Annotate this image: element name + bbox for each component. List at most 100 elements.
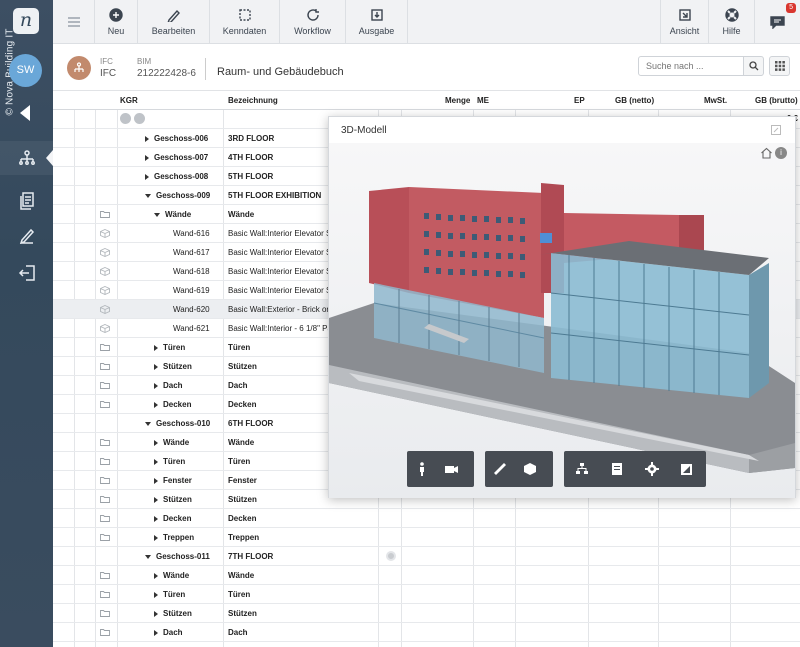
settings-icon[interactable]: [634, 451, 669, 487]
bezeichnung-cell: Basic Wall:Interior Elevator S: [228, 286, 332, 295]
app-logo[interactable]: n: [13, 8, 39, 34]
sidebar-item-edit[interactable]: [0, 218, 53, 252]
home-icon[interactable]: [760, 147, 773, 161]
bezeichnung-cell: 6TH FLOOR: [228, 419, 274, 428]
caret-right-icon[interactable]: [154, 363, 158, 370]
col-gb-brutto[interactable]: GB (brutto): [755, 96, 798, 105]
caret-right-icon[interactable]: [154, 477, 158, 484]
caret-down-icon[interactable]: [145, 421, 151, 426]
table-row[interactable]: Geschoss-011 7TH FLOOR: [53, 547, 800, 566]
bim-label: BIM: [137, 57, 152, 66]
output-button[interactable]: Ausgabe: [346, 0, 408, 44]
bezeichnung-cell: Türen: [228, 343, 251, 352]
camera-icon[interactable]: [437, 451, 467, 487]
sidebar-item-logout[interactable]: [0, 256, 53, 290]
caret-right-icon[interactable]: [154, 382, 158, 389]
3d-viewport[interactable]: i: [329, 143, 795, 498]
kgr-cell: Wände: [163, 438, 190, 447]
person-icon[interactable]: [407, 451, 437, 487]
workflow-button[interactable]: Workflow: [280, 0, 346, 44]
properties-icon[interactable]: [599, 451, 634, 487]
table-row[interactable]: Treppen Treppen: [53, 528, 800, 547]
edit-button[interactable]: Bearbeiten: [138, 0, 210, 44]
next-arrow-icon[interactable]: [134, 113, 145, 124]
folder-icon: [100, 590, 110, 600]
caret-down-icon[interactable]: [145, 554, 151, 559]
notifications-button[interactable]: 5: [755, 0, 800, 44]
caret-right-icon[interactable]: [154, 572, 158, 579]
dashed-square-icon: [238, 9, 251, 21]
col-ep[interactable]: EP: [574, 96, 585, 105]
header-divider: [205, 58, 206, 80]
caret-right-icon[interactable]: [145, 154, 149, 161]
bezeichnung-cell: Dach: [228, 628, 248, 637]
expand-icon[interactable]: [771, 125, 781, 137]
bezeichnung-cell: Decken: [228, 514, 257, 523]
sidebar-item-documents[interactable]: [0, 184, 53, 218]
table-row[interactable]: Dach Dach: [53, 623, 800, 642]
caret-right-icon[interactable]: [154, 515, 158, 522]
search-button[interactable]: [743, 56, 764, 76]
search-icon: [748, 61, 758, 71]
bezeichnung-cell: Türen: [228, 590, 251, 599]
caret-right-icon[interactable]: [154, 344, 158, 351]
fullscreen-icon[interactable]: [669, 451, 704, 487]
col-me[interactable]: ME: [477, 96, 489, 105]
caret-right-icon[interactable]: [154, 439, 158, 446]
download-icon: [370, 9, 383, 21]
table-row[interactable]: Stützen Stützen: [53, 604, 800, 623]
caret-right-icon[interactable]: [145, 173, 149, 180]
col-menge[interactable]: Menge: [445, 96, 470, 105]
caret-right-icon[interactable]: [154, 401, 158, 408]
kgr-cell: Fenster: [163, 476, 192, 485]
ruler-icon[interactable]: [485, 451, 515, 487]
caret-right-icon[interactable]: [154, 610, 158, 617]
caret-right-icon[interactable]: [154, 496, 158, 503]
help-button[interactable]: Hilfe: [709, 0, 755, 44]
caret-down-icon[interactable]: [145, 193, 151, 198]
cube-icon[interactable]: [515, 451, 545, 487]
row-settings-icon[interactable]: [386, 551, 396, 561]
user-avatar[interactable]: SW: [9, 54, 42, 87]
kenndaten-button[interactable]: Kenndaten: [210, 0, 280, 44]
info-icon[interactable]: i: [775, 147, 787, 159]
table-row[interactable]: Wände Wände: [53, 566, 800, 585]
new-button[interactable]: Neu: [95, 0, 138, 44]
cube-icon: [100, 286, 110, 297]
caret-right-icon[interactable]: [154, 458, 158, 465]
grid-view-button[interactable]: [769, 56, 790, 76]
menu-button[interactable]: [53, 0, 95, 44]
hierarchy-icon[interactable]: [564, 451, 599, 487]
lifebuoy-icon: [724, 8, 739, 22]
kgr-cell: Decken: [163, 400, 192, 409]
search-input[interactable]: [638, 56, 744, 76]
caret-right-icon[interactable]: [154, 534, 158, 541]
col-kgr[interactable]: KGR: [120, 96, 138, 105]
bezeichnung-cell: 3RD FLOOR: [228, 134, 275, 143]
bezeichnung-cell: 4TH FLOOR: [228, 153, 274, 162]
kenndaten-button-label: Kenndaten: [222, 26, 267, 36]
cube-icon: [100, 229, 110, 240]
bezeichnung-cell: Stützen: [228, 495, 257, 504]
kgr-cell: Türen: [163, 343, 186, 352]
bezeichnung-cell: Dach: [228, 381, 248, 390]
view-button[interactable]: Ansicht: [660, 0, 709, 44]
kgr-cell: Wände: [165, 210, 192, 219]
prev-arrow-icon[interactable]: [120, 113, 131, 124]
col-gb-netto[interactable]: GB (netto): [615, 96, 654, 105]
col-bezeichnung[interactable]: Bezeichnung: [228, 96, 278, 105]
caret-right-icon[interactable]: [154, 591, 158, 598]
bim-value: 212222428-6: [137, 68, 196, 79]
view-icon: [678, 9, 691, 21]
caret-right-icon[interactable]: [154, 629, 158, 636]
table-row[interactable]: Decken Decken: [53, 509, 800, 528]
sidebar-item-structure[interactable]: [0, 141, 53, 175]
caret-right-icon[interactable]: [145, 135, 149, 142]
back-arrow-icon[interactable]: [20, 105, 30, 121]
kgr-cell: Wand-618: [173, 267, 210, 276]
caret-down-icon[interactable]: [154, 212, 160, 217]
bezeichnung-cell: 7TH FLOOR: [228, 552, 274, 561]
table-row[interactable]: Türen Türen: [53, 585, 800, 604]
col-mwst[interactable]: MwSt.: [704, 96, 727, 105]
chat-bubble-icon: [770, 16, 785, 29]
